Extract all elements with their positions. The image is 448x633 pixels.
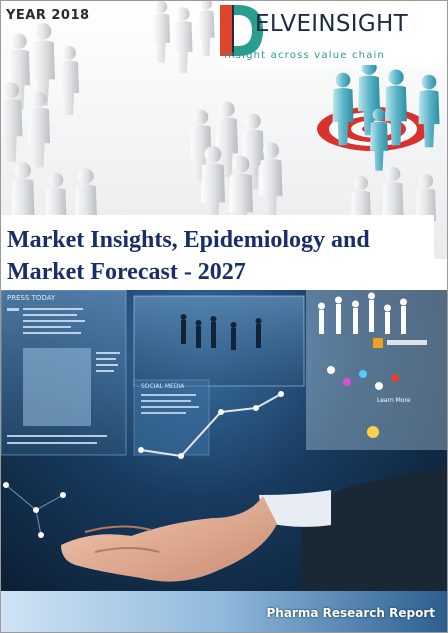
- panel-button-label: Learn More: [377, 397, 411, 404]
- logo-tagline: Insight across value chain: [224, 50, 386, 61]
- footer-report-type: Pharma Research Report: [266, 606, 435, 620]
- lightbulb-icon: [367, 426, 379, 438]
- year-label: YEAR 2018: [6, 8, 90, 23]
- report-title: Market Insights, Epidemiology and Market…: [7, 224, 370, 288]
- hand-shape: [61, 496, 277, 582]
- footer-band: Pharma Research Report: [1, 591, 447, 632]
- report-title-line-2: Market Forecast - 2027: [7, 259, 246, 285]
- logo-wordmark: ELVEINSIGHT: [255, 11, 408, 37]
- digital-interface-illustration: PRESS TODAY SOCIAL MEDIA Learn More: [1, 290, 447, 591]
- bottom-photo-digital-hand: PRESS TODAY SOCIAL MEDIA Learn More: [1, 290, 447, 591]
- title-banner: Market Insights, Epidemiology and Market…: [1, 215, 434, 290]
- delveinsight-logo: ELVEINSIGHT Insight across value chain: [218, 3, 444, 65]
- board-heading: PRESS TODAY: [7, 294, 56, 302]
- bar-chart-icon: [373, 338, 383, 348]
- report-cover: YEAR 2018 ELVEINSIGHT Insight across val…: [0, 0, 448, 633]
- panel-social-label: SOCIAL MEDIA: [141, 383, 185, 390]
- report-title-line-1: Market Insights, Epidemiology and: [7, 227, 370, 253]
